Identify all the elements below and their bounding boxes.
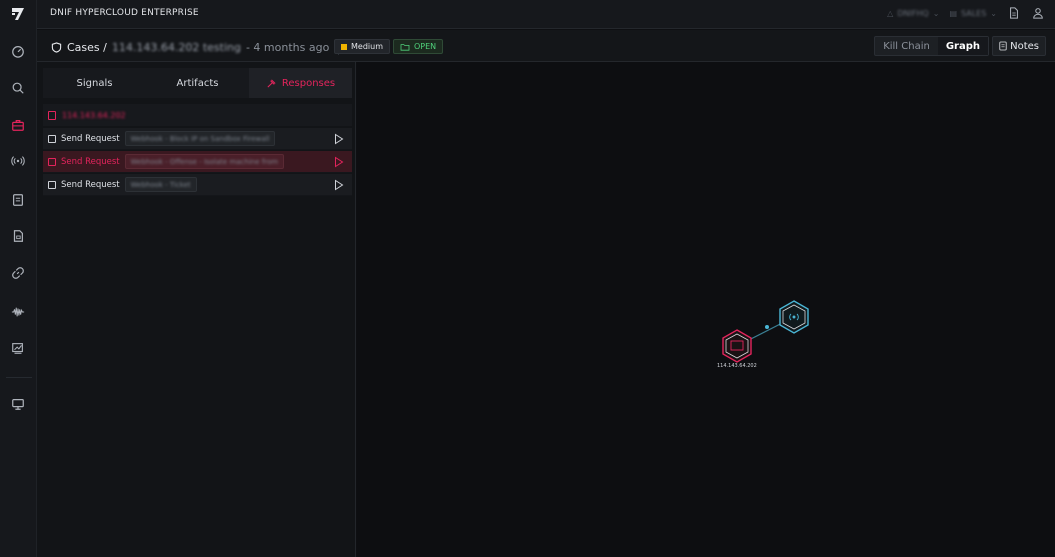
cases-briefcase-icon[interactable] [9,116,27,134]
case-name: 114.143.64.202 testing [111,40,241,54]
document-icon[interactable] [1007,6,1021,20]
notes-button[interactable]: Notes [992,36,1046,56]
dnif-logo[interactable] [9,5,27,23]
webhook-name: Webhook - Offense - Isolate machine from [130,157,279,166]
response-group-header: 114.143.64.202 [43,104,352,126]
graph-tab[interactable]: Graph [937,37,988,55]
workspace-selector[interactable]: ▤ SALES ⌄ [949,9,997,18]
dashboard-icon[interactable] [9,42,27,60]
monitor-icon[interactable] [9,395,27,413]
response-row[interactable]: Send Request Webhook - Block IP on Sandb… [43,128,352,150]
response-row[interactable]: Send Request Webhook - Ticket [43,174,352,196]
artifact-node-label: 114.143.64.202 [717,363,757,369]
org-name: DNIFHQ [897,8,929,18]
graph-edge-midpoint [765,325,769,329]
reports-icon[interactable] [9,191,27,209]
response-checkbox[interactable] [48,180,56,189]
document-icon[interactable] [9,227,27,245]
nav-rail [0,0,37,557]
response-label: Send Request [61,133,120,144]
signal-node[interactable] [779,300,809,334]
webhook-chip: Webhook - Offense - Isolate machine from [124,154,285,169]
details-tabs: Signals Artifacts Responses [43,68,352,98]
response-checkbox[interactable] [48,157,56,166]
notes-label: Notes [1010,40,1039,52]
artifact-icon [48,110,56,120]
webhook-chip: Webhook - Ticket [124,177,197,192]
artifact-node[interactable] [722,329,752,363]
graph-canvas[interactable]: 114.143.64.202 [357,62,1055,557]
webhook-name: Webhook - Block IP on Sandbox Firewall [130,134,270,143]
severity-badge[interactable]: Medium [334,39,390,54]
shield-icon [51,41,62,53]
tab-artifacts[interactable]: Artifacts [146,68,249,98]
search-icon[interactable] [9,79,27,97]
webhook-chip: Webhook - Block IP on Sandbox Firewall [124,131,276,146]
notes-icon [999,41,1007,51]
waveform-icon[interactable] [9,303,27,321]
org-icon: △ [887,8,894,18]
rail-divider [6,377,32,378]
graph-svg [722,300,809,363]
hammer-icon [267,78,276,88]
link-icon[interactable] [9,264,27,282]
user-profile-icon[interactable] [1031,6,1045,20]
top-bar-right: △ DNIFHQ ⌄ ▤ SALES ⌄ [887,6,1045,20]
severity-square-icon [341,43,347,50]
webhook-name: Webhook - Ticket [130,180,191,189]
status-badge[interactable]: OPEN [393,39,444,54]
case-age: - 4 months ago [245,40,330,54]
analytics-icon[interactable] [9,339,27,357]
case-details-panel: Signals Artifacts Responses 114.143.64.2… [37,62,356,557]
severity-label: Medium [351,42,383,51]
view-toggle: Kill Chain Graph [874,36,989,56]
case-header: Cases / 114.143.64.202 testing - 4 month… [37,30,1055,62]
top-bar: DNIF HYPERCLOUD ENTERPRISE △ DNIFHQ ⌄ ▤ … [37,0,1055,29]
tab-responses-label: Responses [281,77,336,89]
tab-signals[interactable]: Signals [43,68,146,98]
breadcrumb: Cases / 114.143.64.202 testing - 4 month… [51,39,361,55]
tab-signals-label: Signals [76,77,113,89]
workspace-name: SALES [961,8,987,18]
chevron-down-icon: ⌄ [990,8,997,18]
kill-chain-tab[interactable]: Kill Chain [875,37,938,55]
workspace-icon: ▤ [949,8,957,18]
response-checkbox[interactable] [48,134,56,143]
app-title: DNIF HYPERCLOUD ENTERPRISE [50,8,199,18]
response-row[interactable]: Send Request Webhook - Offense - Isolate… [43,151,352,173]
run-play-icon[interactable] [334,179,344,191]
run-play-icon[interactable] [334,133,344,145]
org-selector[interactable]: △ DNIFHQ ⌄ [887,9,939,18]
folder-open-icon [400,43,410,51]
breadcrumb-cases-link[interactable]: Cases / [67,41,107,54]
run-play-icon[interactable] [334,156,344,168]
response-group-label: 114.143.64.202 [62,110,126,120]
tab-responses[interactable]: Responses [249,68,352,98]
signals-broadcast-icon[interactable] [9,152,27,170]
response-label: Send Request [61,179,120,190]
status-label: OPEN [414,42,437,51]
response-label: Send Request [61,156,120,167]
tab-artifacts-label: Artifacts [176,77,219,89]
chevron-down-icon: ⌄ [932,8,940,18]
